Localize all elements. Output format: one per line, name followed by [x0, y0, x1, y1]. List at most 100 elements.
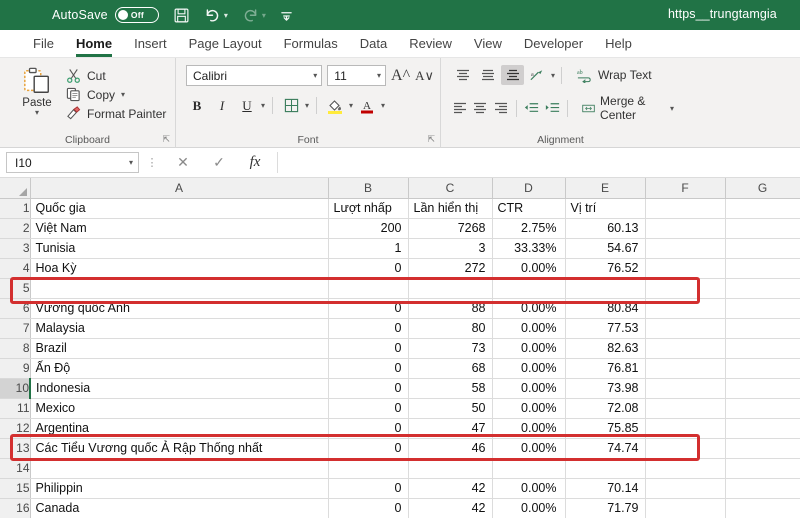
cell-G7[interactable] [725, 318, 800, 339]
column-header-b[interactable]: B [328, 178, 409, 199]
cell-B8[interactable]: 0 [328, 338, 409, 359]
insert-function-icon[interactable]: fx [237, 154, 273, 171]
cell-D5[interactable] [492, 278, 566, 299]
cell-B10[interactable]: 0 [328, 378, 409, 399]
cell-F7[interactable] [645, 318, 726, 339]
cell-E6[interactable]: 80.84 [565, 298, 646, 319]
increase-font-size-icon[interactable]: A^ [391, 67, 410, 85]
row-header-2[interactable]: 2 [0, 218, 31, 239]
cell-E3[interactable]: 54.67 [565, 238, 646, 259]
cell-E12[interactable]: 75.85 [565, 418, 646, 439]
cell-G13[interactable] [725, 438, 800, 459]
row-header-8[interactable]: 8 [0, 338, 31, 359]
cell-C16[interactable]: 42 [408, 498, 493, 518]
align-top-button[interactable] [451, 65, 474, 85]
cell-A9[interactable]: Ấn Độ [30, 358, 329, 379]
cell-A16[interactable]: Canada [30, 498, 329, 518]
cell-B5[interactable] [328, 278, 409, 299]
cell-A7[interactable]: Malaysia [30, 318, 329, 339]
cell-G4[interactable] [725, 258, 800, 279]
paste-dropdown-icon[interactable]: ▾ [35, 109, 39, 117]
copy-dropdown-icon[interactable]: ▾ [121, 90, 125, 99]
cell-A8[interactable]: Brazil [30, 338, 329, 359]
cell-D13[interactable]: 0.00% [492, 438, 566, 459]
cell-G6[interactable] [725, 298, 800, 319]
cell-D2[interactable]: 2.75% [492, 218, 566, 239]
cell-B12[interactable]: 0 [328, 418, 409, 439]
row-header-9[interactable]: 9 [0, 358, 31, 379]
cell-D9[interactable]: 0.00% [492, 358, 566, 379]
cell-E10[interactable]: 73.98 [565, 378, 646, 399]
cell-F9[interactable] [645, 358, 726, 379]
cell-C3[interactable]: 3 [408, 238, 493, 259]
cell-B14[interactable] [328, 458, 409, 479]
cell-D7[interactable]: 0.00% [492, 318, 566, 339]
align-bottom-button[interactable] [501, 65, 524, 85]
align-left-button[interactable] [451, 98, 469, 118]
cell-D16[interactable]: 0.00% [492, 498, 566, 518]
cell-A3[interactable]: Tunisia [30, 238, 329, 259]
cell-C7[interactable]: 80 [408, 318, 493, 339]
row-header-6[interactable]: 6 [0, 298, 31, 319]
font-size-dropdown-icon[interactable]: ▾ [377, 71, 381, 80]
formula-input[interactable] [277, 152, 794, 173]
name-box[interactable]: I10 ▾ [6, 152, 139, 173]
cell-C10[interactable]: 58 [408, 378, 493, 399]
italic-button[interactable]: I [211, 95, 233, 116]
cell-F14[interactable] [645, 458, 726, 479]
column-header-c[interactable]: C [408, 178, 493, 199]
cell-C5[interactable] [408, 278, 493, 299]
cell-F5[interactable] [645, 278, 726, 299]
cell-C1[interactable]: Lần hiển thị [408, 198, 493, 219]
cell-F2[interactable] [645, 218, 726, 239]
row-header-12[interactable]: 12 [0, 418, 31, 439]
cell-E1[interactable]: Vị trí [565, 198, 646, 219]
font-name-input[interactable]: Calibri ▾ [186, 65, 323, 86]
column-header-d[interactable]: D [492, 178, 566, 199]
tab-file[interactable]: File [22, 33, 65, 55]
cell-D12[interactable]: 0.00% [492, 418, 566, 439]
row-header-3[interactable]: 3 [0, 238, 31, 259]
orientation-dropdown-icon[interactable]: ▾ [551, 71, 555, 80]
cell-A5[interactable] [30, 278, 329, 299]
tab-view[interactable]: View [463, 33, 513, 55]
cell-D11[interactable]: 0.00% [492, 398, 566, 419]
fill-color-dropdown-icon[interactable]: ▾ [349, 101, 353, 110]
row-header-4[interactable]: 4 [0, 258, 31, 279]
cell-E9[interactable]: 76.81 [565, 358, 646, 379]
cell-B1[interactable]: Lượt nhấp [328, 198, 409, 219]
row-header-5[interactable]: 5 [0, 278, 31, 299]
cell-G9[interactable] [725, 358, 800, 379]
cell-G16[interactable] [725, 498, 800, 518]
cell-D8[interactable]: 0.00% [492, 338, 566, 359]
cell-C8[interactable]: 73 [408, 338, 493, 359]
tab-developer[interactable]: Developer [513, 33, 594, 55]
row-header-15[interactable]: 15 [0, 478, 31, 499]
autosave-toggle[interactable]: Off [114, 7, 159, 23]
cell-G2[interactable] [725, 218, 800, 239]
cell-D3[interactable]: 33.33% [492, 238, 566, 259]
cell-G12[interactable] [725, 418, 800, 439]
row-header-11[interactable]: 11 [0, 398, 31, 419]
tab-formulas[interactable]: Formulas [273, 33, 349, 55]
column-header-g[interactable]: G [725, 178, 800, 199]
cell-B4[interactable]: 0 [328, 258, 409, 279]
cell-D6[interactable]: 0.00% [492, 298, 566, 319]
cell-B16[interactable]: 0 [328, 498, 409, 518]
tab-insert[interactable]: Insert [123, 33, 178, 55]
column-header-a[interactable]: A [30, 178, 329, 199]
cell-D14[interactable] [492, 458, 566, 479]
save-icon[interactable] [173, 7, 190, 24]
customize-quick-access-icon[interactable] [280, 9, 293, 22]
cell-C15[interactable]: 42 [408, 478, 493, 499]
cell-C14[interactable] [408, 458, 493, 479]
cell-C2[interactable]: 7268 [408, 218, 493, 239]
cell-A14[interactable] [30, 458, 329, 479]
formula-bar-handle[interactable]: ⋮ [139, 156, 165, 169]
cell-F4[interactable] [645, 258, 726, 279]
cell-B3[interactable]: 1 [328, 238, 409, 259]
borders-button[interactable] [280, 95, 302, 116]
wrap-text-button[interactable]: ab Wrap Text [576, 68, 652, 83]
cell-A13[interactable]: Các Tiểu Vương quốc Ả Rập Thống nhất [30, 438, 329, 459]
cell-D4[interactable]: 0.00% [492, 258, 566, 279]
